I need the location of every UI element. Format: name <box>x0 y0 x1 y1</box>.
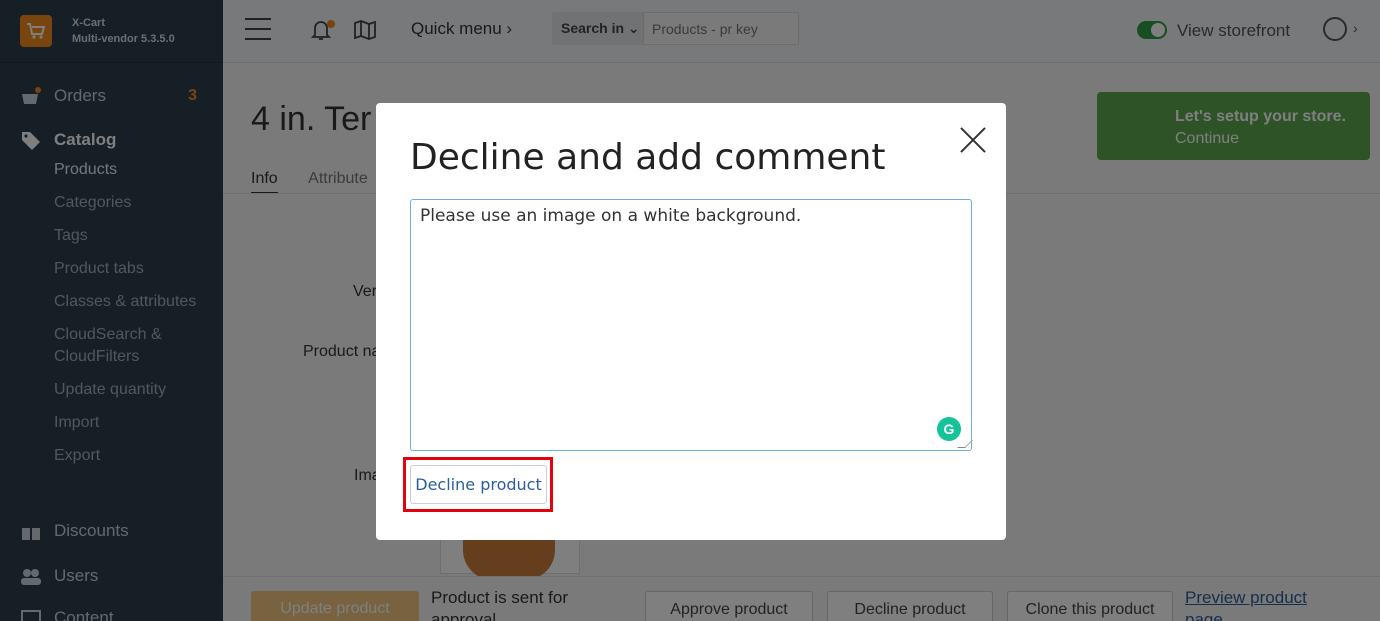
decline-comment-dialog: Decline and add comment Please use an im… <box>376 103 1006 540</box>
dialog-title: Decline and add comment <box>410 137 886 178</box>
comment-textarea[interactable]: Please use an image on a white backgroun… <box>410 199 972 451</box>
close-icon[interactable] <box>958 123 988 153</box>
decline-product-button[interactable]: Decline product <box>410 465 547 504</box>
grammarly-icon[interactable]: G <box>937 417 961 441</box>
